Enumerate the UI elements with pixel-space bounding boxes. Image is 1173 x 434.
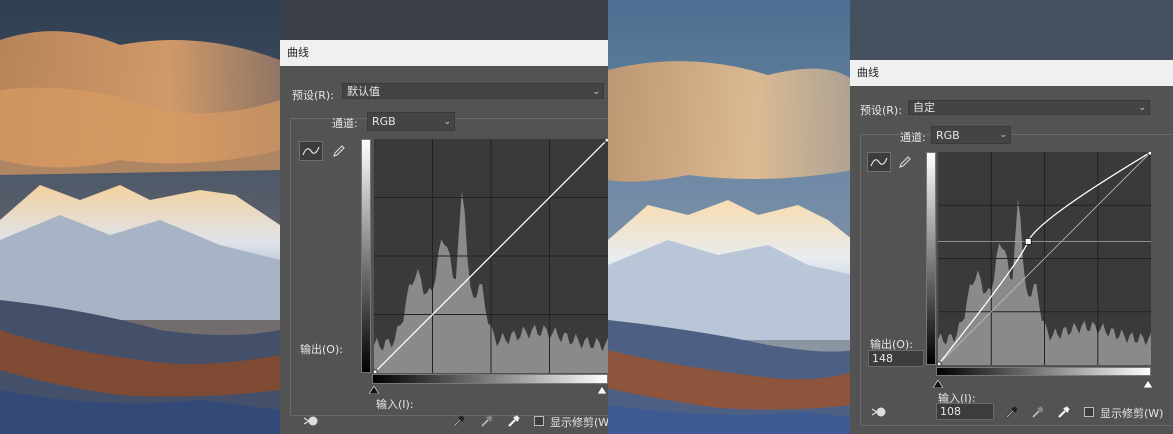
channel-select[interactable]: RGB ⌄ <box>367 112 455 131</box>
on-image-adjust-icon[interactable] <box>302 413 320 429</box>
show-clipping-checkbox[interactable] <box>1084 407 1094 417</box>
white-eyedropper-icon[interactable] <box>506 413 522 429</box>
preset-label: 预设(R): <box>292 89 334 102</box>
preset-value: 默认值 <box>347 85 380 98</box>
curves-graph[interactable] <box>934 148 1155 369</box>
curve-control-point <box>934 361 942 369</box>
output-gradient-bar <box>926 152 936 365</box>
on-image-adjust-icon[interactable] <box>870 404 888 420</box>
curves-graph[interactable] <box>370 135 608 377</box>
curve-control-point <box>1147 148 1155 156</box>
curve-control-point <box>604 135 608 143</box>
dialog-title: 曲线 <box>850 60 1173 86</box>
black-point-slider-icon[interactable] <box>369 386 379 394</box>
curve-tool-icon <box>870 157 888 167</box>
white-point-slider-icon[interactable] <box>1143 380 1153 388</box>
chevron-down-icon: ⌄ <box>999 130 1007 140</box>
input-label: 输入(I): <box>376 398 414 411</box>
curve-control-point <box>370 369 378 377</box>
preset-value: 自定 <box>913 101 935 114</box>
curve-tool-button[interactable] <box>867 152 891 172</box>
output-gradient-bar <box>361 139 371 373</box>
input-gradient-bar <box>936 367 1151 376</box>
preset-select[interactable]: 默认值 ⌄ <box>342 83 604 99</box>
pencil-icon[interactable] <box>897 154 913 170</box>
pencil-icon[interactable] <box>331 143 347 159</box>
curve-control-point <box>1024 237 1032 245</box>
gray-eyedropper-icon[interactable] <box>479 413 495 429</box>
black-point-slider-icon[interactable] <box>933 380 943 388</box>
chevron-down-icon: ⌄ <box>592 87 600 97</box>
input-value-field[interactable]: 108 <box>936 403 994 420</box>
show-clipping-label: 显示修剪(W) <box>1100 407 1164 420</box>
gray-eyedropper-icon[interactable] <box>1030 404 1046 420</box>
show-clipping-checkbox[interactable] <box>534 416 544 426</box>
chevron-down-icon: ⌄ <box>443 117 451 127</box>
left-curves-dialog: 曲线 预设(R): 默认值 ⌄ 通道: RGB ⌄ 输出(O): 输入(I): <box>280 40 608 434</box>
right-curves-dialog: 曲线 预设(R): 自定 ⌄ 通道: RGB ⌄ 输出(O): 148 输入(I… <box>850 60 1173 434</box>
show-clipping-label: 显示修剪(W) <box>550 416 608 429</box>
white-eyedropper-icon[interactable] <box>1056 404 1072 420</box>
black-eyedropper-icon[interactable] <box>1004 404 1020 420</box>
channel-value: RGB <box>936 129 960 142</box>
curve-tool-button[interactable] <box>299 141 323 161</box>
output-value-field[interactable]: 148 <box>868 350 924 367</box>
curve-tool-icon <box>302 146 320 156</box>
output-label: 输出(O): <box>300 343 343 356</box>
dialog-title: 曲线 <box>280 40 608 66</box>
channel-label: 通道: <box>332 117 358 130</box>
channel-value: RGB <box>372 115 396 128</box>
preset-select[interactable]: 自定 ⌄ <box>908 100 1150 115</box>
black-eyedropper-icon[interactable] <box>451 413 467 429</box>
preset-label: 预设(R): <box>860 104 902 117</box>
channel-label: 通道: <box>900 131 926 144</box>
input-gradient-bar <box>372 374 608 384</box>
chevron-down-icon: ⌄ <box>1138 103 1146 113</box>
channel-select[interactable]: RGB ⌄ <box>931 126 1011 144</box>
white-point-slider-icon[interactable] <box>597 386 607 394</box>
